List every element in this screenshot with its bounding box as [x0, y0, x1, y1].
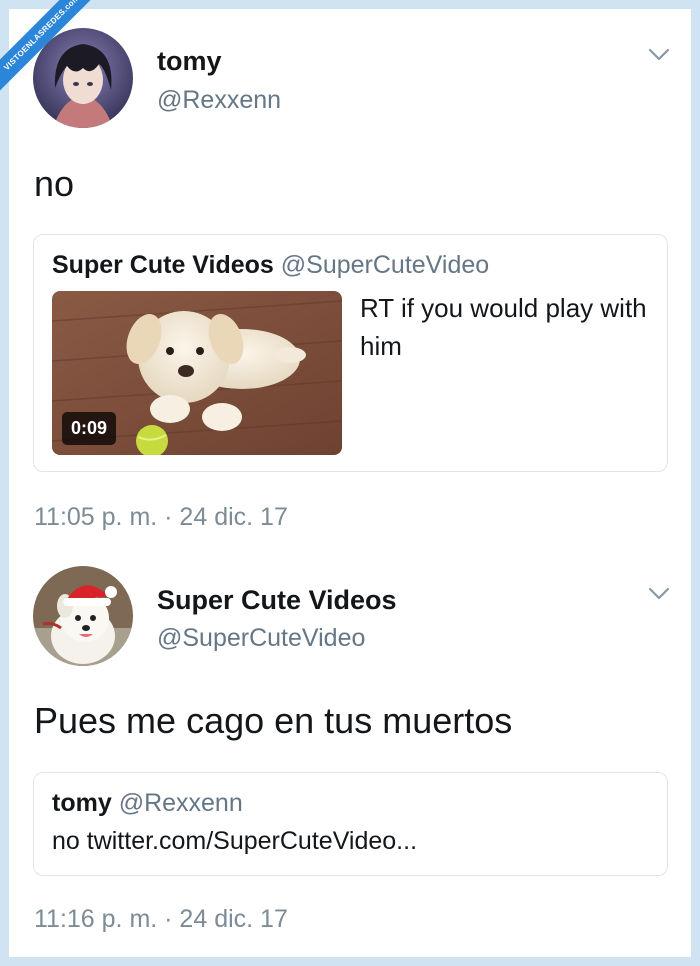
quoted-author-handle: @Rexxenn — [118, 789, 243, 817]
chevron-down-icon[interactable] — [648, 587, 670, 601]
author-handle[interactable]: @SuperCuteVideo — [157, 624, 365, 653]
tweet-2: Super Cute Videos @SuperCuteVideo Pues m… — [0, 0, 700, 966]
avatar[interactable] — [33, 566, 133, 666]
author-name[interactable]: Super Cute Videos — [157, 585, 397, 616]
timestamp[interactable]: 11:16 p. m. · 24 dic. 17 — [34, 905, 288, 934]
quoted-author-name: tomy — [52, 789, 112, 817]
quoted-tweet-text: no twitter.com/SuperCuteVideo... — [52, 827, 418, 855]
tweet-text: Pues me cago en tus muertos — [34, 700, 513, 741]
quoted-tweet-header: tomy @Rexxenn — [52, 789, 243, 818]
quoted-tweet[interactable]: tomy @Rexxenn no twitter.com/SuperCuteVi… — [33, 772, 668, 876]
avatar-image — [33, 566, 133, 666]
